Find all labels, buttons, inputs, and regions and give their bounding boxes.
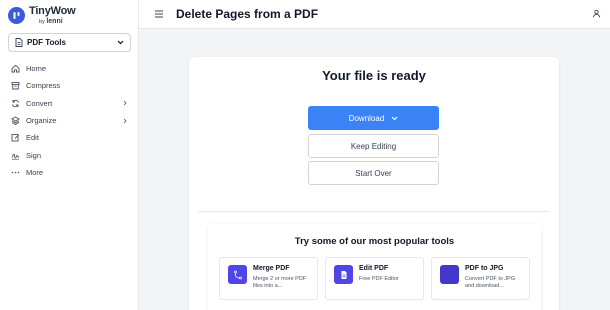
sidebar: TinyWow by lenni PDF Tools Home Compress… <box>0 0 139 310</box>
tool-name: Merge PDF <box>253 265 290 272</box>
tinywow-logo[interactable]: TinyWow by lenni <box>8 5 76 26</box>
tool-card-edit-pdf[interactable]: Edit PDF Free PDF Editor <box>325 257 424 300</box>
sidebar-item-label: Edit <box>26 133 39 143</box>
home-icon <box>11 64 20 73</box>
chevron-right-icon <box>123 118 127 123</box>
refresh-icon <box>11 99 20 108</box>
sidebar-item-label: Convert <box>26 98 53 108</box>
tool-desc: Merge 2 or more PDF files into a... <box>253 276 307 290</box>
tool-card-merge-pdf[interactable]: Merge PDF Merge 2 or more PDF files into… <box>219 257 318 300</box>
layers-icon <box>11 116 20 126</box>
edit-icon <box>11 133 20 142</box>
sidebar-item-label: Home <box>26 64 47 74</box>
chevron-down-icon <box>391 116 398 120</box>
result-card: Your file is ready Download Keep Editing… <box>189 57 559 310</box>
sidebar-item-label: More <box>26 167 44 177</box>
tool-name: Edit PDF <box>359 265 389 272</box>
menu-icon[interactable] <box>154 9 164 19</box>
download-button[interactable]: Download <box>308 106 439 130</box>
signature-icon <box>11 151 20 160</box>
document-icon <box>15 38 23 47</box>
top-bar: Delete Pages from a PDF <box>139 0 610 29</box>
logo-mark-icon <box>8 7 25 25</box>
tool-card-pdf-to-jpg[interactable]: PDF to JPG Convert PDF to JPG and downlo… <box>431 257 530 300</box>
page-title: Delete Pages from a PDF <box>176 7 319 21</box>
sidebar-item-label: Organize <box>26 116 57 126</box>
pdf-tools-dropdown[interactable]: PDF Tools <box>8 33 131 52</box>
keep-editing-button[interactable]: Keep Editing <box>308 134 439 158</box>
chevron-down-icon <box>117 40 124 45</box>
merge-icon <box>228 265 247 284</box>
archive-icon <box>11 81 20 90</box>
tool-desc: Free PDF Editor <box>359 276 399 282</box>
logo-name: TinyWow <box>29 5 76 17</box>
popular-tools-section: Try some of our most popular tools Merge… <box>208 224 541 310</box>
divider <box>199 211 549 212</box>
sidebar-item-sign[interactable]: Sign <box>0 146 139 163</box>
logo-by-text: by <box>39 19 45 25</box>
sidebar-item-more[interactable]: More <box>0 164 139 181</box>
file-text-icon <box>334 265 353 284</box>
sidebar-item-compress[interactable]: Compress <box>0 77 139 94</box>
sidebar-nav: Home Compress Convert Organize Edit Sign… <box>0 60 139 181</box>
file-ready-heading: Your file is ready <box>322 68 426 83</box>
popular-tools-title: Try some of our most popular tools <box>294 236 455 247</box>
start-over-button[interactable]: Start Over <box>308 161 439 185</box>
sidebar-item-edit[interactable]: Edit <box>0 129 139 146</box>
image-icon <box>440 265 459 284</box>
chevron-right-icon <box>123 100 127 106</box>
sidebar-item-home[interactable]: Home <box>0 60 139 77</box>
tool-desc: Convert PDF to JPG and download... <box>465 276 516 290</box>
sidebar-item-label: Compress <box>26 81 61 91</box>
download-label: Download <box>348 113 385 123</box>
more-dots-icon <box>11 168 20 177</box>
sidebar-item-label: Sign <box>26 150 42 160</box>
user-icon[interactable] <box>592 9 601 18</box>
tool-name: PDF to JPG <box>465 265 504 272</box>
sidebar-item-organize[interactable]: Organize <box>0 112 139 129</box>
logo-org: lenni <box>46 18 63 25</box>
pdf-tools-label: PDF Tools <box>27 38 66 47</box>
sidebar-item-convert[interactable]: Convert <box>0 95 139 112</box>
